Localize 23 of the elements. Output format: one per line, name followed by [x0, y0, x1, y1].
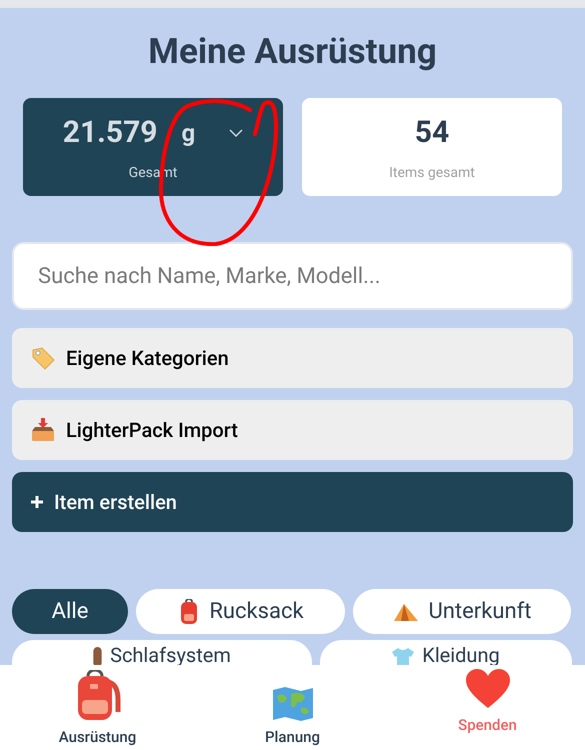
- search-field[interactable]: Suche nach Name, Marke, Modell...: [12, 242, 573, 310]
- category-chip[interactable]: Kleidung: [320, 640, 572, 667]
- category-chip[interactable]: Schlafsystem: [12, 640, 312, 667]
- create-item-button[interactable]: Item erstellen: [12, 472, 573, 532]
- action-button[interactable]: Eigene Kategorien: [12, 328, 573, 388]
- nav-tab[interactable]: Ausrüstung: [0, 665, 195, 750]
- unit-label: g: [182, 118, 196, 148]
- inbox-tray-icon: [30, 417, 56, 443]
- items-count: 54: [414, 114, 450, 152]
- heart-icon[interactable]: [464, 668, 510, 710]
- tag-icon: [30, 345, 56, 371]
- category-chip[interactable]: Unterkunft: [353, 589, 571, 634]
- action-button[interactable]: LighterPack Import: [12, 400, 573, 460]
- weight-value: 21.579: [62, 114, 158, 152]
- world-map-icon: [270, 686, 314, 722]
- items-caption: Items gesamt: [389, 164, 475, 183]
- page-title: Meine Ausrüstung: [147, 30, 438, 74]
- nav-tab[interactable]: Planung: [195, 665, 390, 750]
- plus-icon: [30, 495, 44, 509]
- category-chip[interactable]: Alle: [12, 589, 128, 634]
- category-chip[interactable]: Rucksack: [136, 589, 345, 634]
- t-shirt-icon: [392, 648, 414, 667]
- chevron-down-icon[interactable]: [229, 128, 244, 136]
